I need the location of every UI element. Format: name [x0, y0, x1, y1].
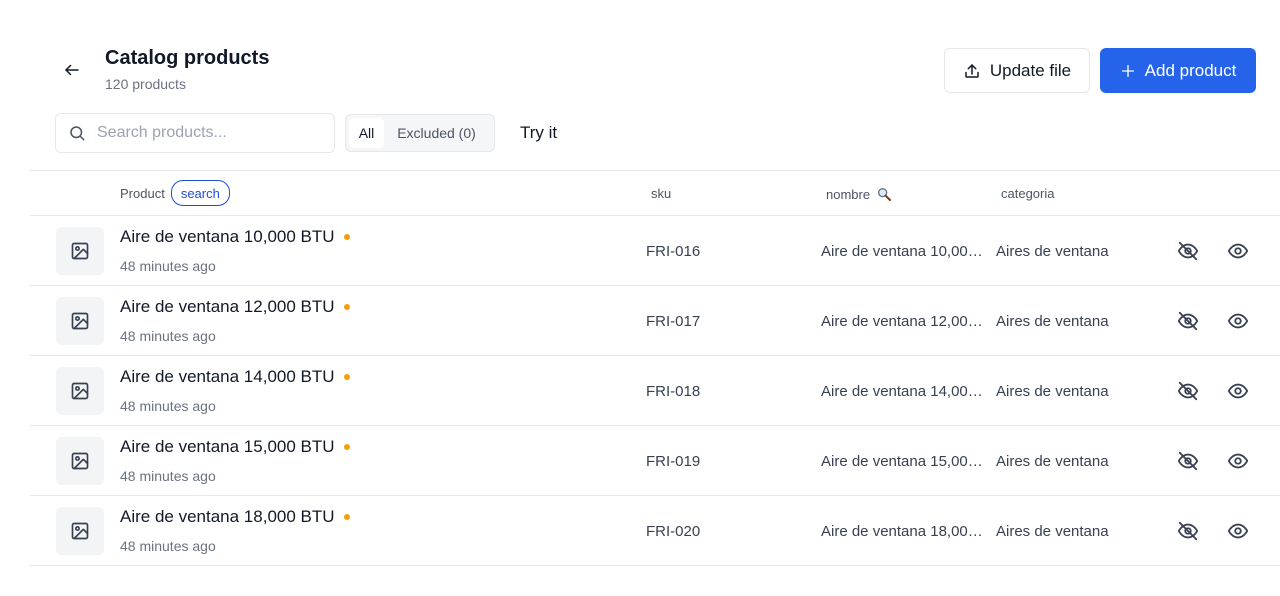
status-dot [343, 304, 350, 310]
search-badge[interactable]: search [170, 180, 230, 206]
plus-icon [1121, 64, 1134, 77]
product-name[interactable]: Aire de ventana 15,000 BTU [120, 437, 350, 457]
product-name[interactable]: Aire de ventana 12,000 BTU [120, 297, 350, 317]
product-thumbnail [56, 437, 104, 485]
eye-icon [1227, 243, 1249, 259]
table-row: Aire de ventana 10,000 BTU 48 minutes ag… [30, 216, 1280, 286]
status-dot [343, 444, 350, 450]
product-name-text: Aire de ventana 14,000 BTU [120, 367, 335, 386]
add-product-button[interactable]: Add product [1100, 48, 1256, 93]
eye-icon [1227, 383, 1249, 399]
table-row: Aire de ventana 14,000 BTU 48 minutes ag… [30, 356, 1280, 426]
status-dot [343, 374, 350, 380]
cell-sku: FRI-020 [646, 523, 701, 540]
column-header-product: Product search [120, 180, 230, 206]
filter-excluded-tab[interactable]: Excluded (0) [384, 118, 489, 148]
cell-sku: FRI-018 [646, 383, 701, 400]
back-button[interactable] [58, 56, 86, 84]
upload-icon [965, 63, 979, 78]
eye-icon [1227, 453, 1249, 469]
cell-categoria: Aires de ventana [996, 523, 1109, 540]
image-placeholder-icon [71, 242, 89, 260]
column-header-sku: sku [651, 186, 672, 201]
product-name-text: Aire de ventana 12,000 BTU [120, 297, 335, 316]
cell-categoria: Aires de ventana [996, 243, 1109, 260]
image-placeholder-icon [71, 312, 89, 330]
search-icon [70, 126, 85, 141]
filter-all-tab[interactable]: All [349, 118, 384, 148]
product-updated-time: 48 minutes ago [120, 538, 216, 554]
product-name[interactable]: Aire de ventana 14,000 BTU [120, 367, 350, 387]
eye-off-icon [1177, 381, 1199, 401]
arrow-left-icon [65, 64, 79, 76]
update-file-label: Update file [989, 60, 1072, 80]
cell-nombre: Aire de ventana 10,000 BTU [821, 243, 983, 260]
column-header-nombre-label: nombre [826, 186, 871, 202]
cell-nombre: Aire de ventana 18,000 BTU [821, 523, 983, 540]
view-button[interactable] [1226, 519, 1250, 543]
view-button[interactable] [1226, 309, 1250, 333]
product-name-text: Aire de ventana 10,000 BTU [120, 227, 335, 246]
product-updated-time: 48 minutes ago [120, 398, 216, 414]
exclude-button[interactable] [1176, 309, 1200, 333]
column-header-product-label: Product [120, 185, 165, 201]
eye-icon [1227, 313, 1249, 329]
cell-categoria: Aires de ventana [996, 453, 1109, 470]
view-button[interactable] [1226, 239, 1250, 263]
table-top-divider [30, 170, 1280, 171]
cell-nombre: Aire de ventana 14,000 BTU [821, 383, 983, 400]
cell-sku: FRI-019 [646, 453, 701, 470]
product-updated-time: 48 minutes ago [120, 468, 216, 484]
product-name-text: Aire de ventana 15,000 BTU [120, 437, 335, 456]
product-updated-time: 48 minutes ago [120, 328, 216, 344]
eye-off-icon [1177, 241, 1199, 261]
image-placeholder-icon [71, 522, 89, 540]
table-row: Aire de ventana 15,000 BTU 48 minutes ag… [30, 426, 1280, 496]
product-thumbnail [56, 227, 104, 275]
column-header-categoria: categoria [1001, 186, 1055, 201]
status-dot [343, 234, 350, 240]
magnifier-icon [878, 188, 892, 201]
eye-off-icon [1177, 521, 1199, 541]
product-name[interactable]: Aire de ventana 18,000 BTU [120, 507, 350, 527]
cell-categoria: Aires de ventana [996, 313, 1109, 330]
product-thumbnail [56, 507, 104, 555]
product-updated-time: 48 minutes ago [120, 258, 216, 274]
eye-off-icon [1177, 451, 1199, 471]
eye-icon [1227, 523, 1249, 539]
status-dot [343, 514, 350, 520]
product-thumbnail [56, 297, 104, 345]
product-count: 120 products [105, 76, 186, 92]
update-file-button[interactable]: Update file [944, 48, 1090, 93]
cell-nombre: Aire de ventana 15,000 BTU [821, 453, 983, 470]
cell-nombre: Aire de ventana 12,000 BTU [821, 313, 983, 330]
exclude-button[interactable] [1176, 449, 1200, 473]
product-name-text: Aire de ventana 18,000 BTU [120, 507, 335, 526]
view-button[interactable] [1226, 379, 1250, 403]
table-row: Aire de ventana 12,000 BTU 48 minutes ag… [30, 286, 1280, 356]
add-product-label: Add product [1144, 60, 1237, 80]
image-placeholder-icon [71, 452, 89, 470]
exclude-button[interactable] [1176, 239, 1200, 263]
exclude-button[interactable] [1176, 379, 1200, 403]
cell-categoria: Aires de ventana [996, 383, 1109, 400]
image-placeholder-icon [71, 382, 89, 400]
product-name[interactable]: Aire de ventana 10,000 BTU [120, 227, 350, 247]
product-thumbnail [56, 367, 104, 415]
cell-sku: FRI-017 [646, 313, 701, 330]
view-button[interactable] [1226, 449, 1250, 473]
page-title: Catalog products [105, 47, 270, 69]
try-it-button[interactable]: Try it [520, 123, 557, 143]
search-box [55, 113, 335, 153]
table-row: Aire de ventana 18,000 BTU 48 minutes ag… [30, 496, 1280, 566]
cell-sku: FRI-016 [646, 243, 701, 260]
eye-off-icon [1177, 311, 1199, 331]
search-input[interactable] [97, 124, 317, 142]
exclude-button[interactable] [1176, 519, 1200, 543]
column-header-nombre: nombre [826, 186, 892, 202]
filter-segmented-control: All Excluded (0) [345, 114, 495, 152]
